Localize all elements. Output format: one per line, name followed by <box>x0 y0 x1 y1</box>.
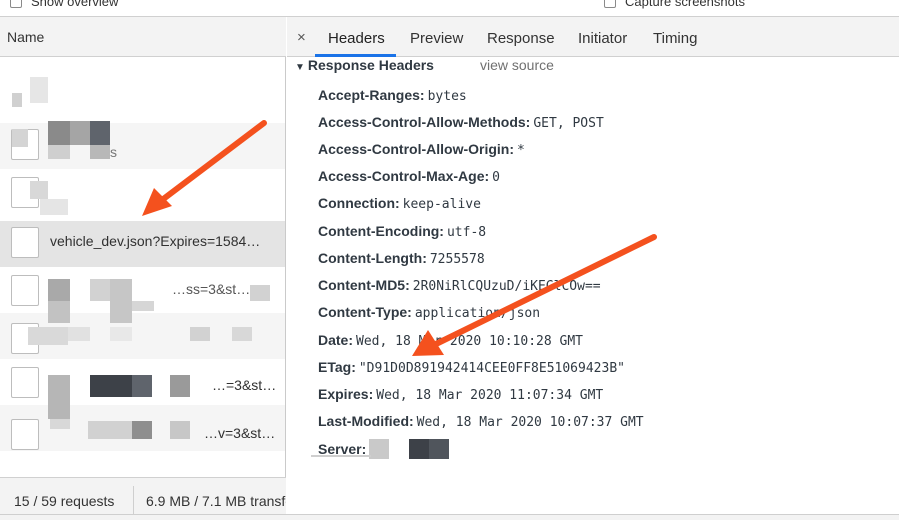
name-column-header[interactable]: Name <box>0 17 286 57</box>
show-overview-label: Show overview <box>31 0 119 9</box>
header-value: 2R0NiRlCQUzuD/iKEGlCOw== <box>412 279 601 294</box>
redaction-mosaic-block <box>409 439 429 459</box>
tab-preview[interactable]: Preview <box>410 30 463 47</box>
header-row: Server: <box>318 441 369 461</box>
triangle-down-icon: ▼ <box>295 62 305 73</box>
header-key: Content-Type: <box>318 304 412 320</box>
header-row: Content-Encoding: utf-8 <box>318 223 486 243</box>
detail-tab-bar: × Headers Preview Response Initiator Tim… <box>287 17 899 57</box>
header-row: Content-MD5: 2R0NiRlCQUzuD/iKEGlCOw== <box>318 277 601 297</box>
close-icon[interactable]: × <box>297 29 306 46</box>
header-row: ETag: "D91D0D891942414CEE0FF8E51069423B" <box>318 359 625 379</box>
header-key: Date: <box>318 332 354 348</box>
header-row: Access-Control-Allow-Methods: GET, POST <box>318 114 604 134</box>
request-count: 15 / 59 requests <box>14 493 115 509</box>
header-value: utf-8 <box>446 225 487 240</box>
header-key: Connection: <box>318 195 400 211</box>
header-value: 0 <box>492 170 500 185</box>
section-title: Response Headers <box>307 57 434 73</box>
header-value: keep-alive <box>402 197 481 212</box>
capture-screenshots-checkbox[interactable] <box>604 0 616 8</box>
header-key: Last-Modified: <box>318 413 414 429</box>
header-value: * <box>517 143 525 158</box>
header-key: Content-Encoding: <box>318 223 444 239</box>
transfer-size: 6.9 MB / 7.1 MB transferred <box>146 493 286 509</box>
header-row: Access-Control-Max-Age: 0 <box>318 168 500 188</box>
capture-screenshots-label: Capture screenshots <box>625 0 745 9</box>
capture-screenshots-option[interactable]: Capture screenshots <box>604 0 745 9</box>
header-key: Access-Control-Allow-Methods: <box>318 114 531 130</box>
header-value: GET, POST <box>533 116 604 131</box>
tab-timing[interactable]: Timing <box>653 30 697 47</box>
header-key: Access-Control-Allow-Origin: <box>318 141 515 157</box>
header-row: Accept-Ranges: bytes <box>318 87 467 107</box>
header-row: Content-Type: application/json <box>318 304 540 324</box>
tab-response[interactable]: Response <box>487 30 555 47</box>
header-row: Access-Control-Allow-Origin: * <box>318 141 525 161</box>
redaction-mosaic-block <box>311 455 371 457</box>
header-row: Content-Length: 7255578 <box>318 250 485 270</box>
header-value: bytes <box>427 89 467 104</box>
header-key: Content-Length: <box>318 250 427 266</box>
status-divider <box>133 486 134 514</box>
header-key: Expires: <box>318 386 374 402</box>
bottom-strip <box>0 514 899 520</box>
request-list: …s vehicle_dev.json?Expires=1584… …ss=3&… <box>0 57 285 477</box>
tab-headers[interactable]: Headers <box>328 30 385 47</box>
header-value: "D91D0D891942414CEE0FF8E51069423B" <box>358 361 625 376</box>
name-column-label: Name <box>7 29 45 45</box>
network-toolbar: Show overview Capture screenshots <box>0 0 899 17</box>
header-key: Access-Control-Max-Age: <box>318 168 490 184</box>
show-overview-checkbox[interactable] <box>10 0 22 8</box>
header-row: Date: Wed, 18 Mar 2020 10:10:28 GMT <box>318 332 583 352</box>
header-key: Content-MD5: <box>318 277 410 293</box>
header-row: Last-Modified: Wed, 18 Mar 2020 10:07:37 … <box>318 413 644 433</box>
request-list-pane: Name …s vehicle_dev.json?Expires=1584… …… <box>0 17 286 520</box>
header-value: Wed, 18 Mar 2020 11:07:34 GMT <box>376 388 604 403</box>
view-source-link[interactable]: view source <box>480 57 554 73</box>
header-value: Wed, 18 Mar 2020 10:10:28 GMT <box>356 334 583 349</box>
header-key: ETag: <box>318 359 356 375</box>
response-headers-section-toggle[interactable]: ▼ Response Headers <box>295 57 434 73</box>
redaction-mosaic <box>0 57 285 477</box>
redaction-mosaic <box>369 439 389 459</box>
header-key: Accept-Ranges: <box>318 87 425 103</box>
show-overview-option[interactable]: Show overview <box>10 0 118 9</box>
header-row: Connection: keep-alive <box>318 195 481 215</box>
header-value: Wed, 18 Mar 2020 10:07:37 GMT <box>416 415 644 430</box>
header-row: Expires: Wed, 18 Mar 2020 11:07:34 GMT <box>318 386 603 406</box>
redaction-mosaic-block <box>429 439 449 459</box>
request-detail-pane: × Headers Preview Response Initiator Tim… <box>287 17 899 520</box>
header-value: 7255578 <box>429 252 485 267</box>
tab-initiator[interactable]: Initiator <box>578 30 627 47</box>
header-value: application/json <box>414 306 541 321</box>
